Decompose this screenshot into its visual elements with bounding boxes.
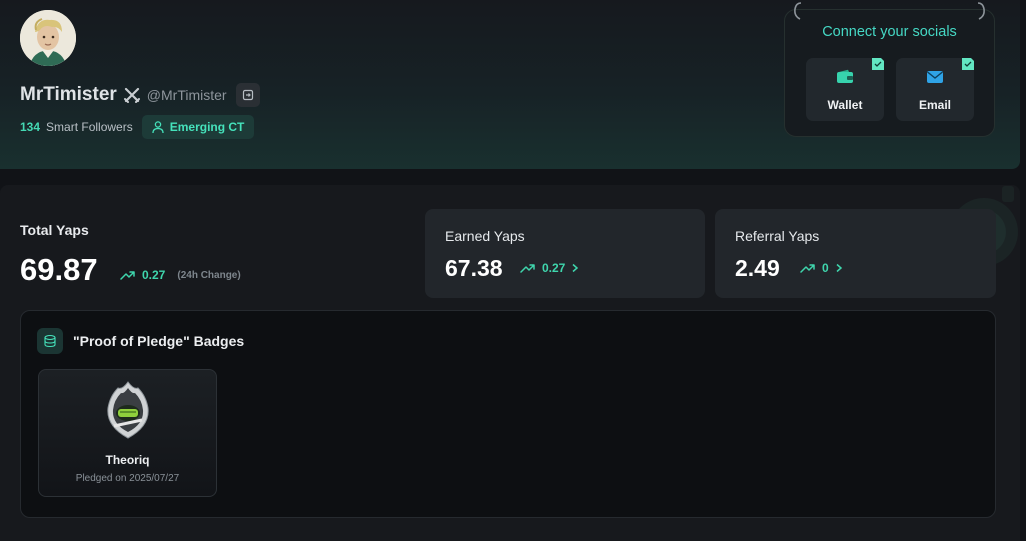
badge-name: Theoriq [105,453,150,467]
smart-followers-label: Smart Followers [46,120,133,134]
connect-socials-card: Connect your socials Wallet Email [784,2,995,137]
email-label: Email [918,98,951,112]
connected-check-icon [872,58,884,70]
total-yaps-label: Total Yaps [20,222,89,238]
trending-up-icon [800,264,815,273]
referral-yaps-change: 0 [800,261,843,275]
chevron-right-icon[interactable] [835,263,843,273]
user-icon [152,121,164,134]
profile-name-row: MrTimister @MrTimister [20,83,260,107]
earned-yaps-value: 67.38 [445,255,503,281]
earned-yaps-change: 0.27 [520,261,579,275]
mail-icon [927,71,943,83]
followers-row: 134 Smart Followers Emerging CT [20,115,255,139]
referral-yaps-value: 2.49 [735,255,780,281]
referral-yaps-card[interactable]: Referral Yaps 2.49 0 [715,209,996,298]
earned-yaps-label: Earned Yaps [445,228,525,244]
wallet-button[interactable]: Wallet [806,58,884,121]
referral-yaps-label: Referral Yaps [735,228,820,244]
swords-icon [123,87,140,103]
pledge-badges-panel: "Proof of Pledge" Badges Theoriq Pledged… [20,310,996,518]
binder-ring-icon [977,2,985,20]
logout-button[interactable] [235,83,260,107]
total-change-value: 0.27 [142,268,166,282]
flame-badge-icon [107,381,149,439]
binder-ring-icon [794,2,802,20]
earned-change-value: 0.27 [542,261,566,275]
chevron-right-icon[interactable] [571,263,579,273]
avatar[interactable] [20,10,76,66]
earned-yaps-card[interactable]: Earned Yaps 67.38 0.27 [425,209,705,298]
total-change-note: (24h Change) [177,269,241,281]
badge-card[interactable]: Theoriq Pledged on 2025/07/27 [38,369,217,497]
smart-followers-count: 134 [20,120,41,134]
socials-title: Connect your socials [822,24,957,40]
email-button[interactable]: Email [896,58,974,121]
referral-change-value: 0 [822,261,829,275]
trending-up-icon [120,271,135,280]
badge-date: Pledged on 2025/07/27 [75,473,180,484]
badges-title: "Proof of Pledge" Badges [73,333,245,349]
total-yaps-value: 69.87 [20,252,98,287]
connected-check-icon [962,58,974,70]
rank-tag-label: Emerging CT [169,120,245,134]
profile-name: MrTimister [20,84,117,105]
total-yaps-change: 0.27 (24h Change) [120,268,241,282]
badges-icon [37,328,63,354]
wallet-icon [837,69,853,83]
logout-icon [242,89,253,101]
profile-header: MrTimister @MrTimister 134 Smart Followe… [0,0,1020,169]
rank-tag: Emerging CT [141,115,255,139]
trending-up-icon [520,264,535,273]
coins-stack-icon [44,334,56,348]
profile-handle: @MrTimister [146,87,227,103]
wallet-label: Wallet [827,98,863,112]
